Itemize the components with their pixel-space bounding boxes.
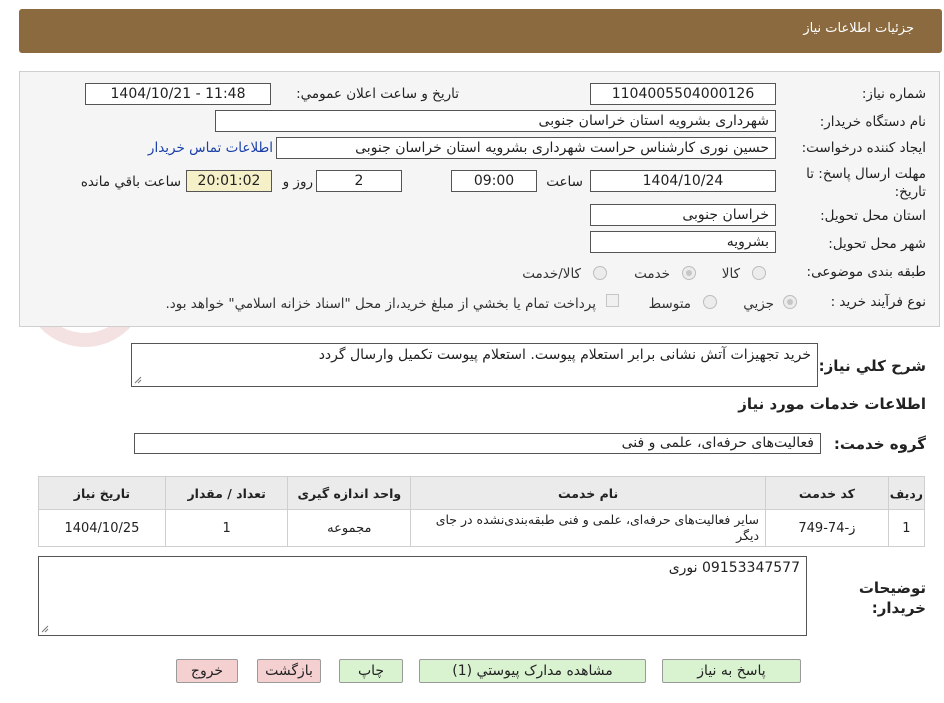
- announce-field: 1404/10/21 - 11:48: [85, 83, 271, 105]
- cell-index: 1: [887, 509, 926, 547]
- page-title: جزئيات اطلاعات نياز: [803, 21, 914, 36]
- print-button[interactable]: چاپ: [339, 659, 403, 683]
- col-header-qty: تعداد / مقدار: [164, 476, 289, 510]
- services-title: اطلاعات خدمات مورد نياز: [738, 395, 926, 413]
- col-header-date: تاريخ نياز: [38, 476, 166, 510]
- description-textarea: خرید تجهیزات آتش نشانی برابر استعلام پیو…: [131, 343, 818, 387]
- cell-name: ساير فعاليت‌های حرفه‌ای، علمی و فنی طبقه…: [410, 509, 767, 547]
- deadline-time-field: 09:00: [451, 170, 537, 192]
- buyer-contact-link[interactable]: اطلاعات تماس خريدار: [148, 140, 273, 156]
- purchase-option-minor: جزيي: [743, 296, 774, 312]
- province-field: خراسان جنوبی: [590, 204, 776, 226]
- category-label: طبقه بندی موضوعی:: [806, 264, 926, 280]
- deadline-date-field: 1404/10/24: [590, 170, 776, 192]
- col-header-code: کد خدمت: [765, 476, 889, 510]
- days-label: روز و: [282, 174, 313, 190]
- view-attachments-button[interactable]: مشاهده مدارک پيوستي (1): [419, 659, 646, 683]
- province-label: استان محل تحويل:: [820, 208, 926, 224]
- description-label: شرح کلي نياز:: [818, 357, 926, 375]
- cell-qty: 1: [164, 509, 289, 547]
- category-radio-goods-service[interactable]: [593, 266, 607, 280]
- category-option-service: خدمت: [634, 266, 670, 282]
- table-header-row: رديف کد خدمت نام خدمت واحد اندازه گيری ت…: [38, 476, 926, 510]
- deadline-label: مهلت ارسال پاسخ: تا تاريخ:: [806, 166, 926, 200]
- buyer-org-label: نام دستگاه خريدار:: [819, 114, 926, 130]
- category-radio-service[interactable]: [682, 266, 696, 280]
- exit-button[interactable]: خروج: [176, 659, 238, 683]
- col-header-name: نام خدمت: [410, 476, 767, 510]
- city-label: شهر محل تحويل:: [828, 236, 926, 252]
- category-option-goods-service: کالا/خدمت: [522, 266, 581, 282]
- back-button[interactable]: بازگشت: [257, 659, 321, 683]
- table-row: 1 ز-74-749 ساير فعاليت‌های حرفه‌ای، علمی…: [38, 509, 926, 547]
- category-option-goods: کالا: [721, 266, 740, 282]
- city-field: بشرويه: [590, 231, 776, 253]
- resize-grip-icon[interactable]: [41, 625, 49, 633]
- requester-field: حسین نوری کارشناس حراست شهرداری بشرويه ا…: [276, 137, 776, 159]
- purchase-radio-minor[interactable]: [783, 295, 797, 309]
- purchase-type-label: نوع فرآيند خريد :: [830, 294, 926, 310]
- service-group-field: فعاليت‌های حرفه‌ای، علمی و فنی: [134, 433, 821, 454]
- treasury-note: پرداخت تمام يا بخشي از مبلغ خريد،از محل …: [165, 296, 596, 312]
- announce-label: تاريخ و ساعت اعلان عمومي:: [296, 86, 459, 102]
- buyer-notes-label: توضيحات خريدار:: [858, 579, 926, 617]
- need-number-field: 1104005504000126: [590, 83, 776, 105]
- cell-date: 1404/10/25: [38, 509, 166, 547]
- requester-label: ايجاد کننده درخواست:: [801, 140, 926, 156]
- category-radio-goods[interactable]: [752, 266, 766, 280]
- cell-unit: مجموعه: [287, 509, 412, 547]
- buyer-notes-text: 09153347577 نوری: [668, 560, 800, 576]
- remaining-label: ساعت باقي مانده: [80, 174, 181, 190]
- services-table: رديف کد خدمت نام خدمت واحد اندازه گيری ت…: [38, 476, 926, 547]
- purchase-radio-medium[interactable]: [703, 295, 717, 309]
- buyer-org-field: شهرداری بشرويه استان خراسان جنوبی: [215, 110, 776, 132]
- description-text: خرید تجهیزات آتش نشانی برابر استعلام پیو…: [318, 347, 811, 363]
- cell-code: ز-74-749: [765, 509, 889, 547]
- resize-grip-icon[interactable]: [134, 376, 142, 384]
- deadline-time-label: ساعت: [546, 174, 583, 190]
- treasury-checkbox[interactable]: [606, 294, 619, 307]
- reply-button[interactable]: پاسخ به نياز: [662, 659, 801, 683]
- buyer-notes-textarea: 09153347577 نوری: [38, 556, 807, 636]
- col-header-index: رديف: [887, 476, 926, 510]
- days-field: 2: [316, 170, 402, 192]
- service-group-label: گروه خدمت:: [833, 435, 926, 453]
- col-header-unit: واحد اندازه گيری: [287, 476, 412, 510]
- need-number-label: شماره نياز:: [861, 86, 926, 102]
- purchase-option-medium: متوسط: [648, 296, 691, 312]
- page-header: جزئيات اطلاعات نياز: [19, 9, 942, 53]
- remaining-time-field: 20:01:02: [186, 170, 272, 192]
